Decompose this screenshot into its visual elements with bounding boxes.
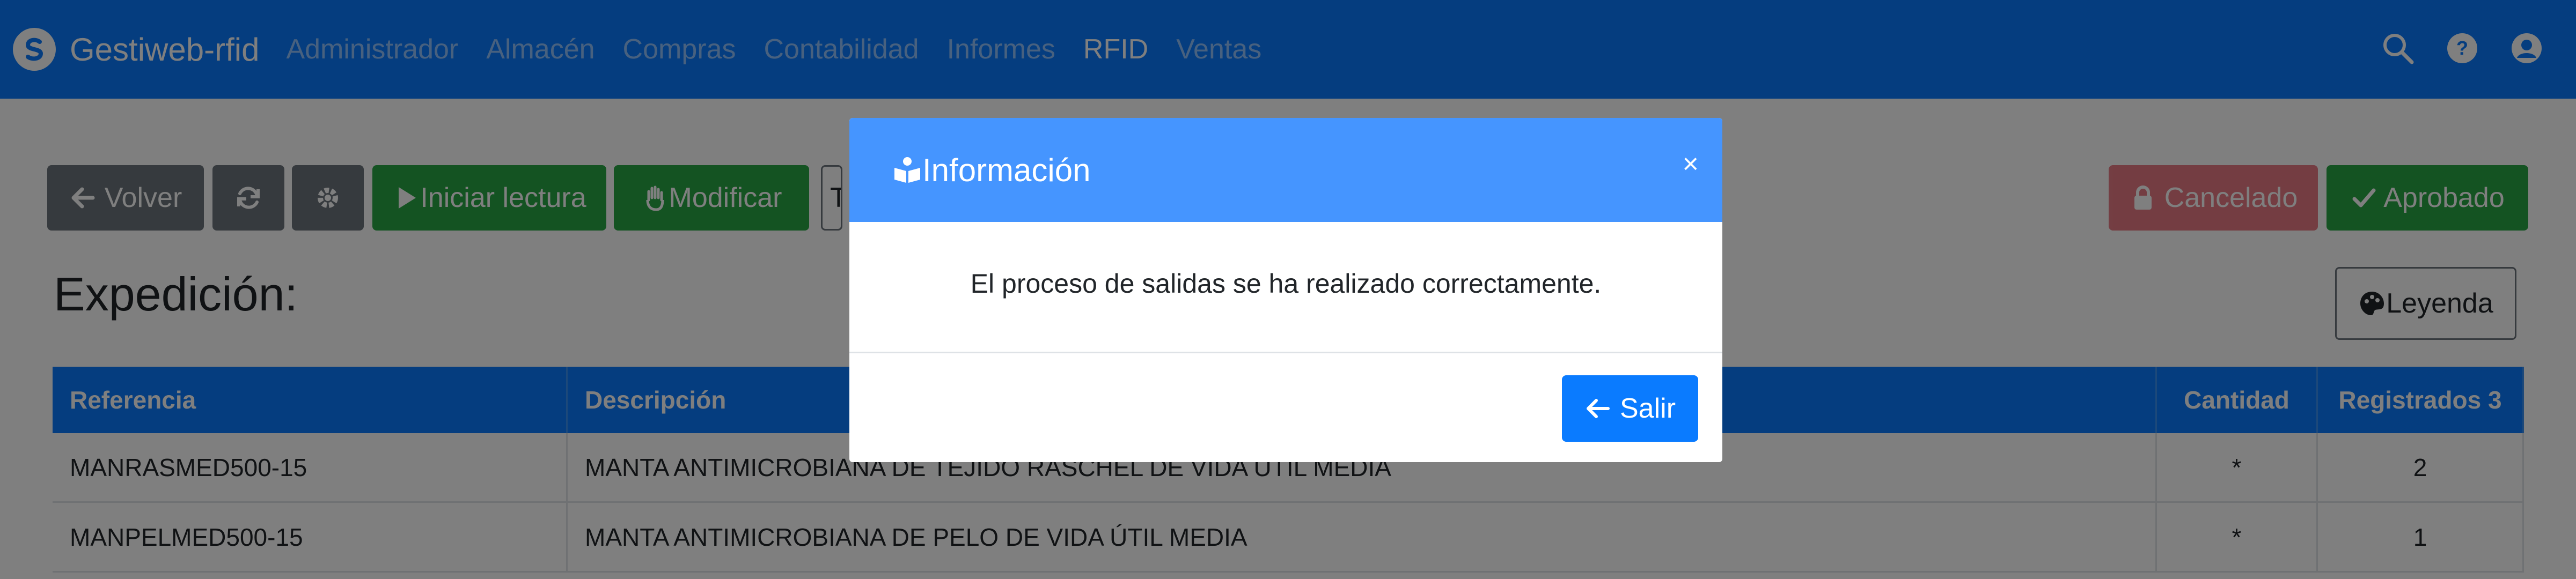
exit-button-label: Salir [1619,393,1676,424]
modal-header: Información × [849,118,1722,222]
close-icon[interactable]: × [1683,148,1699,180]
modal-message: El proceso de salidas se ha realizado co… [970,269,1602,299]
arrow-left-icon [1586,399,1610,418]
modal-title: Información [922,152,1091,188]
modal-divider [849,352,1722,353]
info-person-icon [894,157,920,183]
exit-button[interactable]: Salir [1562,375,1698,442]
info-modal: Información × El proceso de salidas se h… [849,118,1722,462]
